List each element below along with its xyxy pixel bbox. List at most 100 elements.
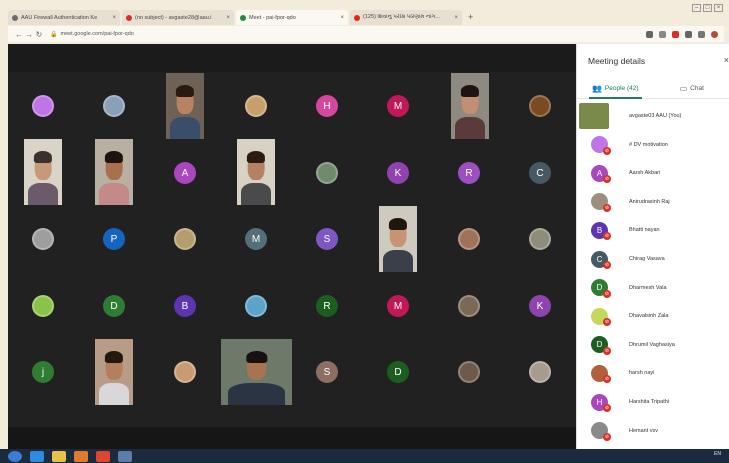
- star-icon[interactable]: [659, 30, 666, 38]
- meeting-details-panel: Meeting details × 👥 People (42) ▭ Chat avga…: [576, 44, 729, 449]
- browser-window: AAU Firewall Authentication Ke × (no subje…: [0, 0, 729, 463]
- participant-row[interactable]: C ⊘ Chirag Vasava: [577, 245, 729, 273]
- participant-avatar[interactable]: [174, 361, 196, 383]
- participant-avatar[interactable]: [245, 95, 267, 117]
- participant-avatar[interactable]: [529, 361, 551, 383]
- participant-avatar[interactable]: [32, 228, 54, 250]
- browser-tab[interactable]: AAU Firewall Authentication Ke ×: [8, 10, 120, 25]
- browser-tab[interactable]: Meet - pai-fpor-qdo ×: [236, 10, 348, 25]
- ie-icon[interactable]: [30, 450, 44, 462]
- participant-avatar[interactable]: K: [529, 295, 551, 317]
- participant-avatar[interactable]: C: [529, 162, 551, 184]
- tab-close-icon[interactable]: ×: [112, 15, 116, 21]
- participant-row[interactable]: D ⊘ Dhrumil Vaghasiya: [577, 331, 729, 359]
- participant-avatar[interactable]: [316, 162, 338, 184]
- participant-row[interactable]: D ⊘ Dharmesh Vala: [577, 274, 729, 302]
- taskbar-icons: [0, 450, 132, 462]
- tab-people[interactable]: 👥 People (42): [577, 79, 654, 99]
- forward-icon[interactable]: →: [24, 30, 34, 39]
- menu-icon[interactable]: [698, 30, 705, 38]
- participant-avatar[interactable]: D: [103, 295, 125, 317]
- chrome-icon[interactable]: [96, 450, 110, 462]
- participant-row[interactable]: A ⊘ Aarsh Akbari: [577, 159, 729, 187]
- participant-avatar[interactable]: S: [316, 361, 338, 383]
- participant-video[interactable]: [237, 139, 275, 205]
- avatar: [579, 103, 609, 129]
- back-icon[interactable]: ←: [14, 30, 24, 39]
- participant-avatar[interactable]: D: [387, 361, 409, 383]
- chat-icon: ▭: [679, 84, 688, 93]
- participant-row[interactable]: ⊘ Hemant vsv: [577, 417, 729, 445]
- meet-icon: [240, 14, 246, 21]
- muted-mic-icon: ⊘: [603, 346, 611, 355]
- extension-red-icon[interactable]: [672, 30, 679, 38]
- close-window-button[interactable]: ×: [714, 4, 723, 12]
- participant-video[interactable]: [451, 73, 489, 139]
- participant-avatar[interactable]: R: [458, 162, 480, 184]
- meeting-grid: H M A K R C P M S D B R M Kj S D: [8, 44, 576, 449]
- minimize-button[interactable]: –: [692, 4, 701, 12]
- tab-chat[interactable]: ▭ Chat: [654, 79, 729, 98]
- participant-avatar[interactable]: A: [174, 162, 196, 184]
- participant-avatar[interactable]: B: [174, 295, 196, 317]
- participant-avatar[interactable]: [529, 228, 551, 250]
- participant-avatar[interactable]: [32, 95, 54, 117]
- participant-name: Dharmesh Vala: [629, 284, 667, 291]
- participant-video[interactable]: [379, 206, 417, 272]
- browser-tab[interactable]: (no subject) - avgaste28@aau.i ×: [122, 10, 234, 25]
- close-icon[interactable]: ×: [724, 55, 729, 65]
- participant-video[interactable]: [24, 139, 62, 205]
- participant-row[interactable]: ⊘ Anirudrasinh Raj: [577, 188, 729, 216]
- participant-avatar[interactable]: [529, 95, 551, 117]
- participant-avatar[interactable]: [458, 228, 480, 250]
- participant-avatar[interactable]: [174, 228, 196, 250]
- reload-icon[interactable]: ↻: [34, 30, 44, 39]
- participant-avatar[interactable]: j: [32, 361, 54, 383]
- media-icon[interactable]: [74, 450, 88, 462]
- participant-avatar[interactable]: P: [103, 228, 125, 250]
- profile-avatar[interactable]: [711, 30, 718, 38]
- participant-row[interactable]: avgaste03 AAU (You): [577, 102, 729, 130]
- participant-avatar[interactable]: [32, 295, 54, 317]
- participant-video[interactable]: [221, 339, 292, 405]
- cast-icon[interactable]: [646, 30, 653, 38]
- participant-avatar[interactable]: M: [387, 295, 409, 317]
- folder-icon[interactable]: [52, 450, 66, 462]
- puzzle-icon[interactable]: [685, 30, 692, 38]
- tab-label: AAU Firewall Authentication Ke: [21, 14, 98, 21]
- muted-mic-icon: ⊘: [603, 175, 611, 184]
- language-indicator[interactable]: EN: [714, 451, 721, 457]
- participant-video[interactable]: [95, 339, 133, 405]
- participant-avatar[interactable]: M: [245, 228, 267, 250]
- participant-avatar[interactable]: S: [316, 228, 338, 250]
- panel-title: Meeting details: [588, 56, 646, 66]
- participant-row[interactable]: ⊘ harsh nayi: [577, 359, 729, 387]
- maximize-button[interactable]: □: [703, 4, 712, 12]
- tab-close-icon[interactable]: ×: [454, 15, 458, 21]
- url-text[interactable]: meet.google.com/pai-fpor-qdo: [60, 31, 133, 37]
- tab-close-icon[interactable]: ×: [340, 15, 344, 21]
- participant-avatar[interactable]: M: [387, 95, 409, 117]
- participant-row[interactable]: B ⊘ Bhatti nayan: [577, 216, 729, 244]
- muted-mic-icon: ⊘: [603, 375, 611, 384]
- participant-video[interactable]: [166, 73, 204, 139]
- muted-mic-icon: ⊘: [603, 261, 611, 269]
- start-icon[interactable]: [8, 450, 22, 462]
- participant-avatar[interactable]: [458, 295, 480, 317]
- participant-avatar[interactable]: R: [316, 295, 338, 317]
- participant-row[interactable]: H ⊘ Harshita Tripathi: [577, 388, 729, 416]
- participant-avatar[interactable]: [103, 95, 125, 117]
- participant-row[interactable]: ⊘ # DV motivation: [577, 131, 729, 159]
- app-icon[interactable]: [118, 450, 132, 462]
- participant-avatar[interactable]: H: [316, 95, 338, 117]
- url-bar[interactable]: 🔒 meet.google.com/pai-fpor-qdo: [50, 31, 646, 38]
- participant-avatar[interactable]: [245, 295, 267, 317]
- tab-close-icon[interactable]: ×: [226, 15, 230, 21]
- gmail-icon: [126, 14, 132, 21]
- participant-avatar[interactable]: K: [387, 162, 409, 184]
- participant-video[interactable]: [95, 139, 133, 205]
- new-tab-button[interactable]: +: [468, 10, 473, 25]
- browser-tab[interactable]: (125) શિવાનુ પરીક્ષ પરિણામ નાગ... ×: [350, 10, 462, 25]
- participant-avatar[interactable]: [458, 361, 480, 383]
- participant-row[interactable]: ⊘ Dhavalsinh Zala: [577, 302, 729, 330]
